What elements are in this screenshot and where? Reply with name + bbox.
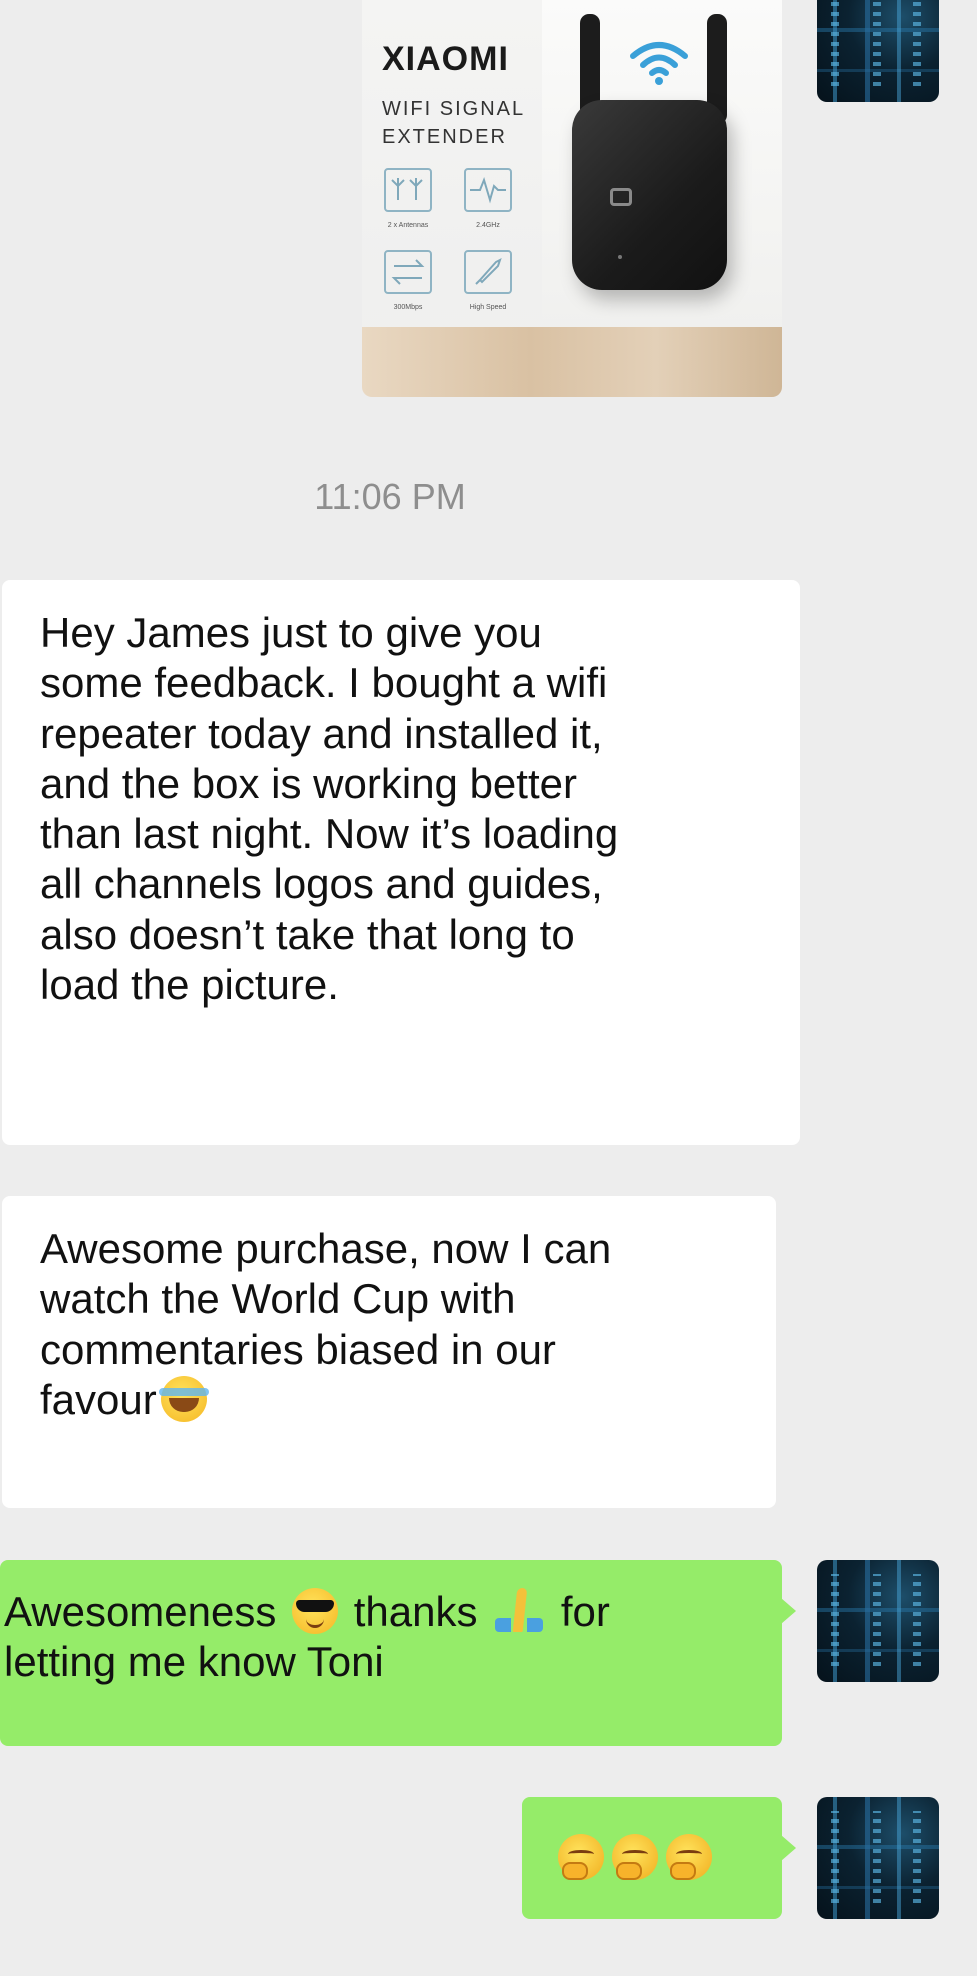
speed-feature-icon (384, 250, 432, 294)
message-text: for (560, 1588, 610, 1635)
antennas-feature-label: 2 x Antennas (387, 222, 429, 229)
incoming-message-bubble[interactable]: Awesome purchase, now I can watch the Wo… (2, 1196, 776, 1508)
laughing-emoji-icon (158, 1375, 209, 1422)
thinking-emoji-icon (612, 1834, 658, 1880)
chat-conversation: XIAOMI WIFI SIGNAL EXTENDER 2 x Antennas… (0, 0, 977, 1976)
message-text: Awesomeness (4, 1588, 277, 1635)
thinking-emoji-icon (666, 1834, 712, 1880)
my-avatar[interactable] (817, 1797, 939, 1919)
speed-feature-label: 300Mbps (393, 304, 423, 311)
wifi-icon (630, 42, 688, 85)
product-image-floor (362, 327, 782, 397)
my-avatar[interactable] (817, 1560, 939, 1682)
outgoing-emoji-bubble[interactable] (522, 1797, 796, 1919)
sender-avatar[interactable] (817, 0, 939, 102)
product-brand: XIAOMI (382, 40, 509, 78)
outgoing-message-bubble[interactable]: Awesomeness thanks for letting me know T… (0, 1560, 796, 1746)
frequency-feature-label: 2.4GHz (476, 222, 500, 229)
rocket-feature-icon (464, 250, 512, 294)
rocket-feature-label: High Speed (469, 304, 507, 311)
folded-hands-emoji-icon (493, 1588, 545, 1634)
frequency-feature-icon (464, 168, 512, 212)
sunglasses-emoji-icon (292, 1588, 339, 1634)
message-line: letting me know Toni (4, 1638, 384, 1686)
mi-logo-icon (610, 188, 632, 206)
wifi-extender-device (572, 100, 727, 290)
message-text: Awesome purchase, now I can watch the Wo… (40, 1225, 612, 1423)
status-led (618, 255, 622, 259)
incoming-message-bubble[interactable]: Hey James just to give you some feedback… (2, 580, 800, 1145)
antennas-feature-icon (384, 168, 432, 212)
message-text: thanks (353, 1588, 478, 1635)
product-image-message[interactable]: XIAOMI WIFI SIGNAL EXTENDER 2 x Antennas… (362, 0, 782, 397)
message-timestamp: 11:06 PM (314, 476, 466, 517)
product-subtitle: WIFI SIGNAL EXTENDER (382, 98, 526, 148)
thinking-emoji-icon (558, 1834, 604, 1880)
message-text: Hey James just to give you some feedback… (40, 609, 619, 1009)
message-line: Awesomeness thanks for (4, 1587, 772, 1637)
